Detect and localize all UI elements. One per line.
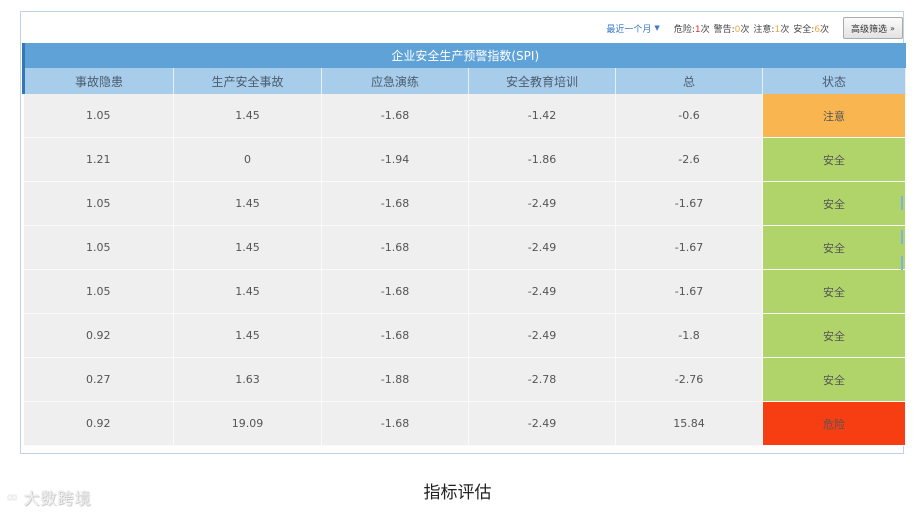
stat-danger-unit: 次 <box>700 24 710 35</box>
table-cell: -1.68 <box>321 181 469 226</box>
column-header[interactable]: 事故隐患 <box>22 68 174 94</box>
status-badge: 安全 <box>762 137 907 182</box>
table-row[interactable]: 1.05 1.45 -1.68 -2.49 -1.67 安全 <box>23 225 907 270</box>
table-cell: 1.45 <box>173 181 322 226</box>
table-cell: 19.09 <box>173 401 322 446</box>
table-cell: -1.67 <box>615 181 763 226</box>
stat-safe-label: 安全: <box>793 24 815 35</box>
table-cell: -1.68 <box>321 225 469 270</box>
table-cell: 1.05 <box>23 225 174 270</box>
column-header[interactable]: 安全教育培训 <box>468 68 616 94</box>
caret-down-icon: ▼ <box>654 24 660 32</box>
stat-attention-unit: 次 <box>780 24 790 35</box>
advanced-filter-label: 高级筛选 <box>851 24 888 35</box>
table-row[interactable]: 1.05 1.45 -1.68 -2.49 -1.67 安全 <box>23 181 907 226</box>
status-badge: 危险 <box>762 401 907 446</box>
table-cell: 0.92 <box>23 313 174 358</box>
table-row[interactable]: 1.05 1.45 -1.68 -1.42 -0.6 注意 <box>23 94 907 138</box>
table-cell: -1.68 <box>321 313 469 358</box>
status-badge: 注意 <box>762 94 907 138</box>
table-row[interactable]: 0.92 19.09 -1.68 -2.49 15.84 危险 <box>23 401 907 446</box>
table-cell: -1.86 <box>468 137 616 182</box>
table-cell: -1.67 <box>615 269 763 314</box>
stat-safe: 安全:6次 <box>793 22 829 35</box>
status-badge: 安全 <box>762 313 907 358</box>
date-range-label: 最近一个月 <box>606 24 652 35</box>
watermark-logo: ∞ 大数跨境 <box>6 485 92 509</box>
table-row[interactable]: 0.27 1.63 -1.88 -2.78 -2.76 安全 <box>23 357 907 402</box>
table-row[interactable]: 1.05 1.45 -1.68 -2.49 -1.67 安全 <box>23 269 907 314</box>
stat-danger-label: 危险: <box>673 24 695 35</box>
table-cell: 1.63 <box>173 357 322 402</box>
table-cell: -2.6 <box>615 137 763 182</box>
table-cell: -1.68 <box>321 401 469 446</box>
table-cell: -2.49 <box>468 401 616 446</box>
table-cell: -1.8 <box>615 313 763 358</box>
stat-warning: 警告:0次 <box>714 22 750 35</box>
status-badge: 安全 <box>762 357 907 402</box>
table-cell: 1.45 <box>173 94 322 138</box>
table-cell: 0.92 <box>23 401 174 446</box>
stat-warning-unit: 次 <box>740 24 750 35</box>
column-header[interactable]: 应急演练 <box>321 68 469 94</box>
stat-attention: 注意:1次 <box>753 22 789 35</box>
toolbar: 最近一个月 ▼ 危险:1次 警告:0次 注意:1次 安全:6次 高级筛选 » <box>21 12 903 44</box>
status-counts: 危险:1次 警告:0次 注意:1次 安全:6次 <box>674 22 833 35</box>
table-title-row: 企业安全生产预警指数(SPI) <box>21 43 906 68</box>
table-cell: 15.84 <box>615 401 763 446</box>
double-chevron-down-icon: » <box>890 23 895 33</box>
table-title: 企业安全生产预警指数(SPI) <box>21 43 906 68</box>
table-cell: -1.42 <box>468 94 616 138</box>
table-cell: -2.76 <box>615 357 763 402</box>
advanced-filter-button[interactable]: 高级筛选 » <box>843 17 903 39</box>
table-cell: 1.05 <box>23 269 174 314</box>
column-header[interactable]: 总 <box>615 68 763 94</box>
table-cell: -1.67 <box>615 225 763 270</box>
table-cell: 0 <box>173 137 322 182</box>
column-header[interactable]: 状态 <box>762 68 907 94</box>
stat-danger: 危险:1次 <box>674 22 710 35</box>
table-cell: 1.21 <box>23 137 174 182</box>
table-cell: -2.78 <box>468 357 616 402</box>
table-cell: 1.45 <box>173 269 322 314</box>
stat-safe-unit: 次 <box>819 24 829 35</box>
spi-table-wrapper: 企业安全生产预警指数(SPI) 事故隐患 生产安全事故 应急演练 安全教育培训 … <box>21 43 907 446</box>
table-cell: 1.05 <box>23 181 174 226</box>
status-badge: 安全 <box>762 269 907 314</box>
table-cell: -2.49 <box>468 313 616 358</box>
watermark-text: 大数跨境 <box>23 489 92 508</box>
scroll-marker <box>901 256 903 270</box>
table-cell: 0.27 <box>23 357 174 402</box>
table-cell: -1.94 <box>321 137 469 182</box>
infinity-logo-icon: ∞ <box>6 488 20 506</box>
status-badge: 安全 <box>762 181 907 226</box>
scroll-marker <box>901 196 903 210</box>
table-body: 1.05 1.45 -1.68 -1.42 -0.6 注意 1.21 0 -1.94 -1.86-… <box>23 94 907 446</box>
table-cell: -1.88 <box>321 357 469 402</box>
status-badge: 安全 <box>762 225 907 270</box>
spi-table: 企业安全生产预警指数(SPI) 事故隐患 生产安全事故 应急演练 安全教育培训 … <box>21 43 907 446</box>
table-header-row: 事故隐患 生产安全事故 应急演练 安全教育培训 总 状态 <box>22 68 907 94</box>
table-cell: -2.49 <box>468 181 616 226</box>
table-cell: -2.49 <box>468 269 616 314</box>
table-cell: -2.49 <box>468 225 616 270</box>
date-range-dropdown[interactable]: 最近一个月 ▼ <box>606 22 659 35</box>
spi-panel: 最近一个月 ▼ 危险:1次 警告:0次 注意:1次 安全:6次 高级筛选 » 企… <box>20 11 907 454</box>
figure-caption: 指标评估 <box>423 483 492 503</box>
table-cell: 1.05 <box>23 94 174 138</box>
scroll-marker <box>901 230 903 244</box>
stat-attention-label: 注意: <box>753 24 775 35</box>
stat-warning-label: 警告: <box>713 24 735 35</box>
column-header[interactable]: 生产安全事故 <box>173 68 322 94</box>
table-cell: -1.68 <box>321 269 469 314</box>
table-cell: -0.6 <box>615 94 763 138</box>
table-cell: 1.45 <box>173 225 322 270</box>
table-row[interactable]: 1.21 0 -1.94 -1.86 -2.6 安全 <box>23 137 907 182</box>
table-cell: -1.68 <box>321 94 469 138</box>
table-cell: 1.45 <box>173 313 322 358</box>
table-row[interactable]: 0.92 1.45 -1.68 -2.49 -1.8 安全 <box>23 313 907 358</box>
